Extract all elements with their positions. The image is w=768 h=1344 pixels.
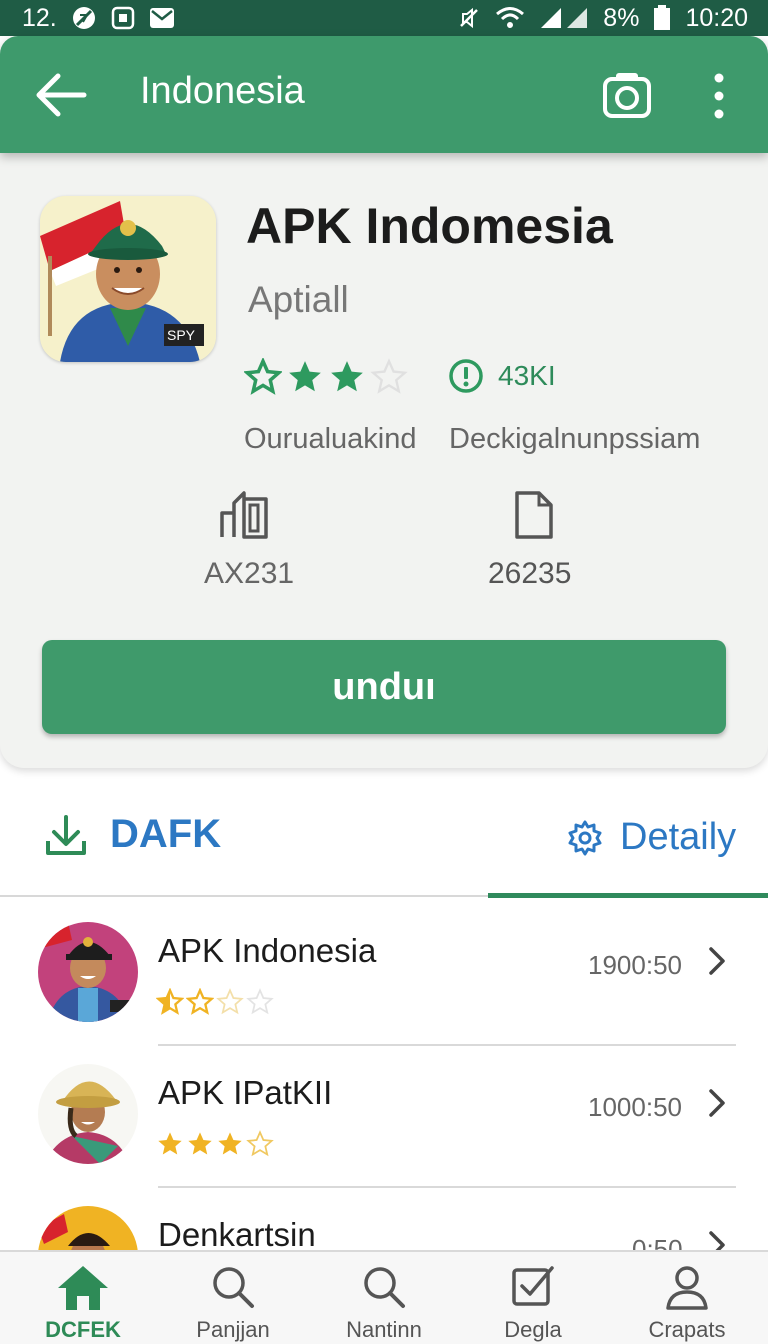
avatar — [38, 1206, 138, 1250]
tab-dafk-label: DAFK — [110, 812, 222, 856]
notification-icon — [111, 6, 135, 30]
nav-item-label: Panjjan — [196, 1317, 270, 1342]
star-half-icon — [156, 988, 184, 1015]
nav-item-degla[interactable]: Degla — [473, 1264, 593, 1343]
page-title: Indonesia — [140, 70, 305, 112]
chevron-right-icon — [706, 1230, 728, 1250]
list-item[interactable]: APK IPatKII 1000:50 — [0, 1042, 768, 1188]
gear-icon — [568, 820, 602, 855]
rating-stars — [244, 358, 408, 396]
status-left-text: 12. — [22, 3, 57, 32]
tab-detaily-label: Detaily — [620, 816, 737, 858]
downloads-value: 43KI — [498, 360, 556, 391]
download-icon — [46, 814, 86, 855]
search-icon — [364, 1267, 405, 1308]
avatar — [38, 1064, 138, 1164]
list-item[interactable]: APK Indonesia 1900:50 — [0, 900, 768, 1046]
alert-circle-icon — [449, 359, 483, 393]
nav-item-label: Nantinn — [346, 1317, 422, 1342]
more-vert-icon[interactable] — [702, 70, 736, 122]
list-item-time: 0:50 — [632, 1234, 683, 1250]
app-subtitle: Aptiall — [248, 279, 349, 320]
star-filled-icon — [218, 1132, 242, 1155]
home-icon — [58, 1266, 108, 1310]
search-icon — [213, 1267, 254, 1308]
app-list: APK Indonesia 1900:50 APK IPatKII 1000:5… — [0, 900, 768, 1250]
star-outline-icon — [186, 988, 214, 1015]
bar-chart-icon — [218, 489, 270, 546]
star-filled-icon — [158, 1132, 182, 1155]
star-filled-icon — [188, 1132, 212, 1155]
info-label-right: Deckigalnunpssiam — [449, 423, 701, 455]
nav-item-label: Crapats — [648, 1317, 726, 1342]
status-bar: 12. 8% 10:20 — [0, 0, 768, 36]
list-item-rating — [156, 988, 274, 1016]
info-label-left: Ourualuakind — [244, 423, 417, 455]
list-item-time: 1000:50 — [588, 1092, 682, 1122]
mail-icon — [149, 7, 175, 29]
battery-icon — [653, 5, 671, 31]
list-item-time: 1900:50 — [588, 950, 682, 980]
checkbox-icon — [512, 1266, 554, 1306]
chevron-right-icon — [706, 1088, 728, 1123]
nav-item-nantinn[interactable]: Nantinn — [324, 1264, 444, 1343]
tab-detaily[interactable]: Detaily — [566, 816, 736, 859]
downloads-count: 43KI — [448, 358, 556, 394]
list-item-rating — [156, 1130, 274, 1158]
active-tab-indicator — [488, 893, 768, 898]
battery-percent: 8% — [603, 3, 640, 32]
app-bar: Indonesia — [0, 36, 768, 153]
star-empty-icon — [246, 988, 274, 1015]
mute-icon — [457, 6, 481, 30]
wifi-icon — [495, 6, 525, 30]
nav-item-home[interactable]: DCFEK — [23, 1264, 143, 1343]
list-item-title: Denkartsin — [158, 1216, 316, 1250]
chevron-right-icon — [706, 946, 728, 981]
list-item-title: APK Indonesia — [158, 932, 377, 969]
star-outline-icon — [244, 358, 282, 395]
star-empty-icon — [216, 988, 244, 1015]
back-arrow-icon[interactable] — [32, 68, 90, 122]
app-title: APK Indomesia — [246, 198, 613, 254]
nav-item-panjjan[interactable]: Panjjan — [173, 1264, 293, 1343]
star-filled-icon — [289, 361, 321, 392]
stat-right-value: 26235 — [488, 557, 572, 590]
person-icon — [666, 1266, 708, 1310]
stat-left-value: AX231 — [204, 557, 295, 590]
status-time: 10:20 — [685, 3, 748, 32]
tab-bar: DAFK Detaily — [0, 790, 768, 900]
list-item-title: APK IPatKII — [158, 1074, 333, 1111]
avatar — [38, 922, 138, 1022]
nav-item-crapats[interactable]: Crapats — [627, 1264, 747, 1343]
app-detail-card: SPY APK Indomesia Aptiall 43KI Ourualuak… — [0, 153, 768, 768]
nav-item-label: Degla — [504, 1317, 562, 1342]
app-icon: SPY — [40, 196, 216, 362]
list-item[interactable]: Denkartsin 0:50 — [0, 1184, 768, 1250]
star-filled-icon — [331, 361, 363, 392]
signal-icon — [539, 6, 589, 30]
star-outline-icon — [246, 1130, 274, 1157]
file-icon — [513, 489, 555, 546]
tab-dafk[interactable]: DAFK — [44, 812, 221, 857]
no-signal-icon — [71, 5, 97, 31]
download-button[interactable]: unduı — [42, 640, 726, 734]
bottom-navigation: DCFEK Panjjan Nantinn Degla Crapats — [0, 1250, 768, 1344]
nav-item-label: DCFEK — [45, 1317, 121, 1342]
svg-text:SPY: SPY — [167, 327, 196, 343]
star-empty-icon — [370, 358, 408, 394]
camera-icon[interactable] — [602, 70, 652, 120]
